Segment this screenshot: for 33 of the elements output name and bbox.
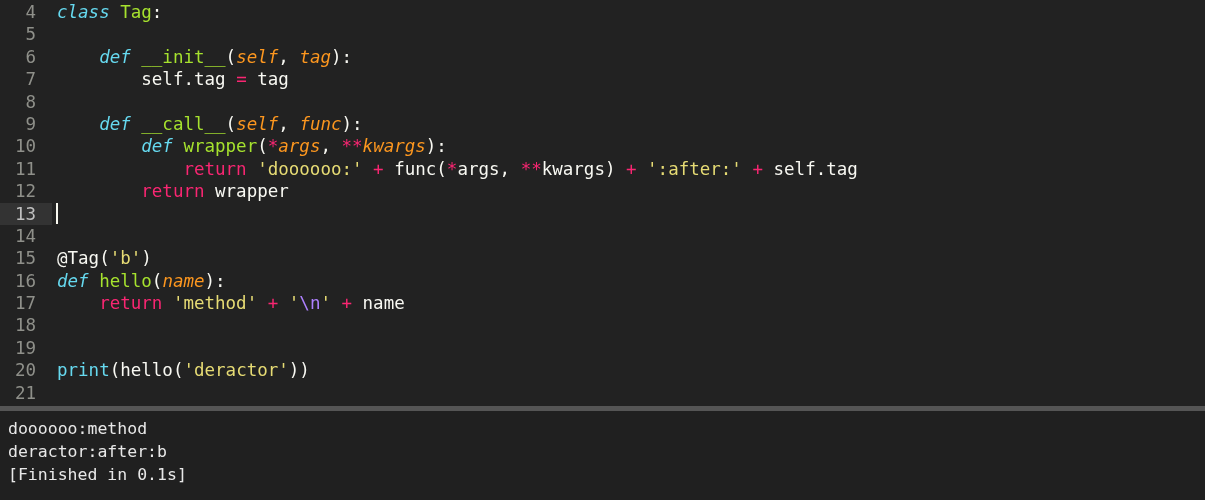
line-number: 10 xyxy=(13,135,37,158)
line-number: 21 xyxy=(13,381,37,405)
line-number: 13 xyxy=(0,202,52,225)
line-number: 8 xyxy=(24,90,37,113)
code-line: self.tag = tag xyxy=(140,68,289,91)
line-number: 7 xyxy=(24,68,37,91)
output-line: deractor:after:b xyxy=(8,441,167,463)
line-number: 16 xyxy=(13,269,37,293)
code-line: return 'method' + '\n' + name xyxy=(98,292,405,315)
code-line: print(hello('deractor')) xyxy=(56,359,310,382)
code-line: class Tag: xyxy=(56,1,163,24)
line-number: 18 xyxy=(13,314,37,337)
line-number: 12 xyxy=(13,180,37,203)
code-line: @Tag('b') xyxy=(56,247,152,270)
output-line: [Finished in 0.1s] xyxy=(8,464,187,486)
line-number: 19 xyxy=(13,336,37,360)
line-number: 5 xyxy=(24,23,37,46)
code-line: def hello(name): xyxy=(56,269,226,293)
line-number: 6 xyxy=(24,45,37,69)
code-line: return 'doooooo:' + func(*args, **kwargs) + ':after:' + self.tag xyxy=(182,157,858,181)
text-cursor xyxy=(56,203,58,225)
line-number: 15 xyxy=(13,247,37,270)
code-line: def __init__(self, tag): xyxy=(98,45,353,69)
line-number: 11 xyxy=(13,157,37,181)
line-number: 4 xyxy=(24,1,37,24)
code-line: def wrapper(*args, **kwargs): xyxy=(140,135,447,158)
line-number: 17 xyxy=(13,292,37,315)
line-number: 14 xyxy=(13,224,37,248)
code-line: def __call__(self, func): xyxy=(98,112,363,136)
code-line: return wrapper xyxy=(140,180,289,203)
line-number: 20 xyxy=(13,359,37,382)
line-number: 9 xyxy=(24,112,37,136)
output-line: doooooo:method xyxy=(8,418,148,440)
